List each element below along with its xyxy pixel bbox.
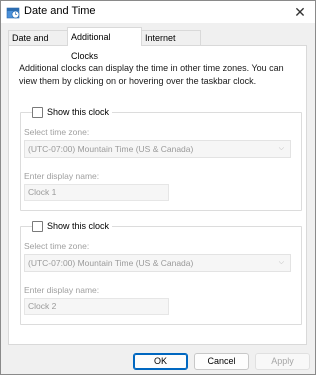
chevron-down-icon: ⌵: [278, 145, 284, 152]
intro-text: Additional clocks can display the time i…: [19, 63, 284, 86]
ok-button[interactable]: OK: [133, 353, 188, 370]
window-title: Date and Time: [24, 5, 96, 17]
clock-2-group: Show this clock Select time zone: (UTC-0…: [20, 219, 302, 325]
cancel-button[interactable]: Cancel: [194, 353, 249, 370]
close-button[interactable]: ✕: [285, 1, 315, 23]
clock-1-timezone-select: (UTC-07:00) Mountain Time (US & Canada) …: [24, 140, 291, 158]
tab-date-and-time[interactable]: Date and Time: [8, 30, 68, 58]
clock-2-display-name-field: Clock 2: [24, 298, 169, 315]
date-and-time-dialog: Date and Time ✕ Date and Time Additional…: [0, 0, 316, 375]
show-clock-2-checkbox[interactable]: [32, 220, 43, 232]
clock-icon: [6, 7, 20, 19]
clock-1-display-label: Enter display name:: [24, 171, 100, 181]
tab-additional-clocks[interactable]: Additional Clocks: [67, 27, 142, 61]
tab-strip: Date and Time Additional Clocks Internet…: [8, 27, 308, 61]
clock-1-display-name-field: Clock 1: [24, 184, 169, 201]
clock-2-timezone-select: (UTC-07:00) Mountain Time (US & Canada) …: [24, 254, 291, 272]
title-bar: Date and Time ✕: [1, 1, 315, 23]
show-clock-1-checkbox-row[interactable]: Show this clock: [32, 105, 113, 119]
clock-1-group: Show this clock Select time zone: (UTC-0…: [20, 105, 302, 211]
clock-2-display-label: Enter display name:: [24, 285, 100, 295]
show-clock-1-checkbox[interactable]: [32, 106, 43, 118]
close-icon: ✕: [294, 3, 306, 20]
show-clock-2-checkbox-row[interactable]: Show this clock: [32, 219, 113, 233]
clock-1-timezone-label: Select time zone:: [24, 127, 90, 137]
chevron-down-icon: ⌵: [278, 259, 284, 266]
additional-clocks-panel: Additional clocks can display the time i…: [8, 45, 307, 345]
show-clock-1-label: Show this clock: [47, 107, 110, 117]
clock-2-timezone-label: Select time zone:: [24, 241, 90, 251]
apply-button: Apply: [255, 353, 310, 370]
show-clock-2-label: Show this clock: [47, 221, 110, 231]
tab-internet-time[interactable]: Internet Time: [141, 30, 201, 58]
